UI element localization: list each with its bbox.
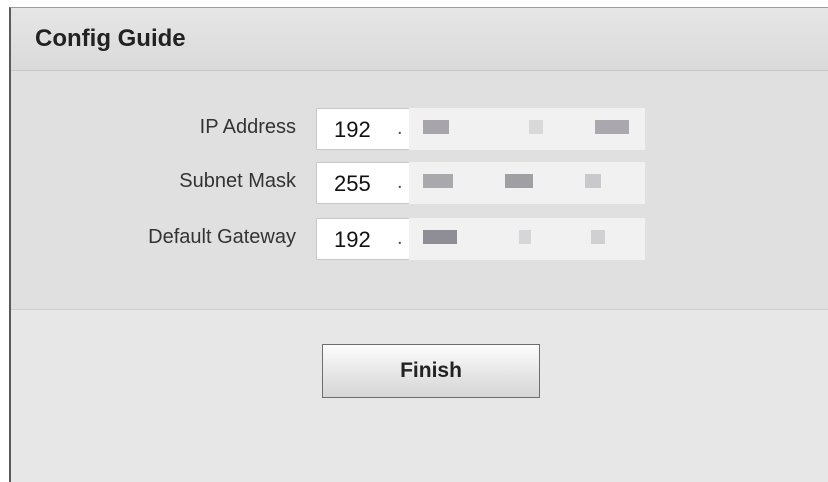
subnet-mask-field[interactable]: 255 . <box>316 162 645 204</box>
subnet-mask-label: Subnet Mask <box>179 170 296 192</box>
ip-address-label: IP Address <box>199 116 296 138</box>
ip-address-octet-1[interactable]: 192 <box>334 117 371 143</box>
redacted-octets <box>409 162 645 204</box>
subnet-mask-row: Subnet Mask 255 . <box>11 162 828 204</box>
subnet-mask-octet-1[interactable]: 255 <box>334 171 371 197</box>
ip-address-row: IP Address 192 . <box>11 108 828 150</box>
config-guide-dialog: Config Guide IP Address 192 . Subnet Mas… <box>9 7 828 482</box>
octet-separator: . <box>397 171 403 193</box>
dialog-title: Config Guide <box>35 25 186 52</box>
default-gateway-octet-1[interactable]: 192 <box>334 227 371 253</box>
default-gateway-label: Default Gateway <box>148 226 296 248</box>
default-gateway-field[interactable]: 192 . <box>316 218 645 260</box>
redacted-octets <box>409 108 645 150</box>
dialog-header: Config Guide <box>11 8 828 71</box>
default-gateway-row: Default Gateway 192 . <box>11 218 828 260</box>
network-form: IP Address 192 . Subnet Mask 255 . Defau… <box>11 71 828 310</box>
dialog-footer: Finish <box>11 310 828 482</box>
ip-address-field[interactable]: 192 . <box>316 108 645 150</box>
octet-separator: . <box>397 117 403 139</box>
redacted-octets <box>409 218 645 260</box>
finish-button[interactable]: Finish <box>322 344 540 398</box>
octet-separator: . <box>397 227 403 249</box>
